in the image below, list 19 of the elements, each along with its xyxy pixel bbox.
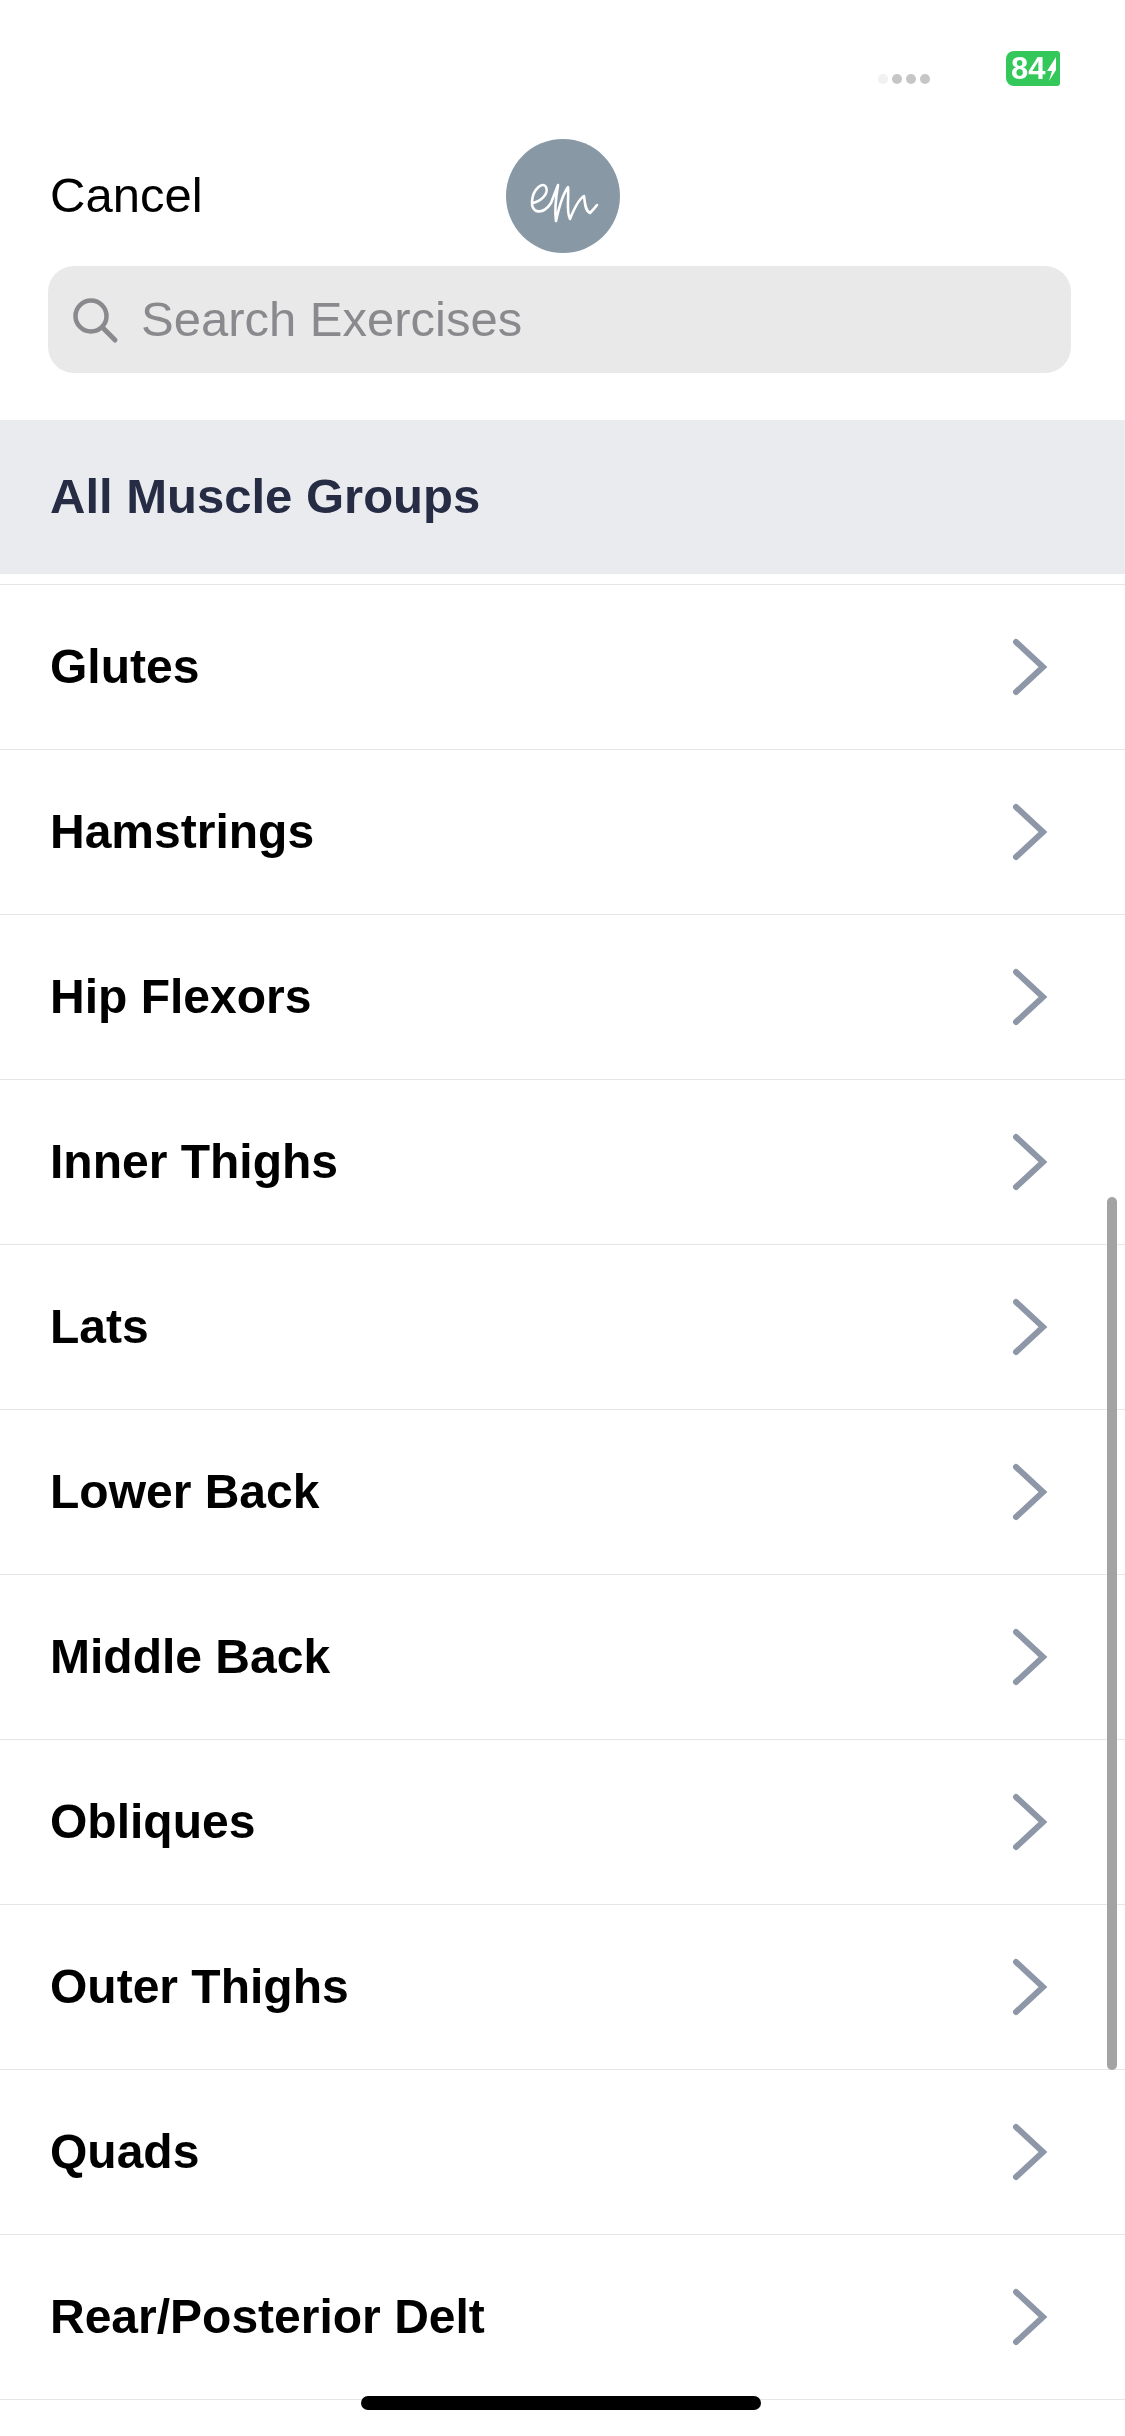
- search-field[interactable]: Search Exercises: [141, 282, 1071, 357]
- section-header[interactable]: All Muscle Groups: [0, 420, 1125, 574]
- chevron-icon: [1012, 1133, 1048, 1191]
- chevron-icon: [1012, 1628, 1048, 1686]
- chevron-icon: [1012, 2288, 1048, 2346]
- chevron-icon: [1012, 1298, 1048, 1356]
- signal-dots-icon: [877, 73, 931, 85]
- search-bar[interactable]: Search Exercises: [48, 266, 1071, 373]
- chevron-icon: [1012, 1958, 1048, 2016]
- cancel-button[interactable]: Cancel: [50, 166, 203, 225]
- chevron-icon: [1012, 638, 1048, 696]
- search-icon: [71, 295, 119, 344]
- chevron-icon: [1012, 1463, 1048, 1521]
- chevron-icon: [1012, 1793, 1048, 1851]
- chevron-icon: [1012, 968, 1048, 1026]
- logo-icon: [505, 138, 620, 253]
- battery-level: 84: [1011, 51, 1046, 86]
- chevron-icon: [1012, 803, 1048, 861]
- chevron-icon: [1012, 2123, 1048, 2181]
